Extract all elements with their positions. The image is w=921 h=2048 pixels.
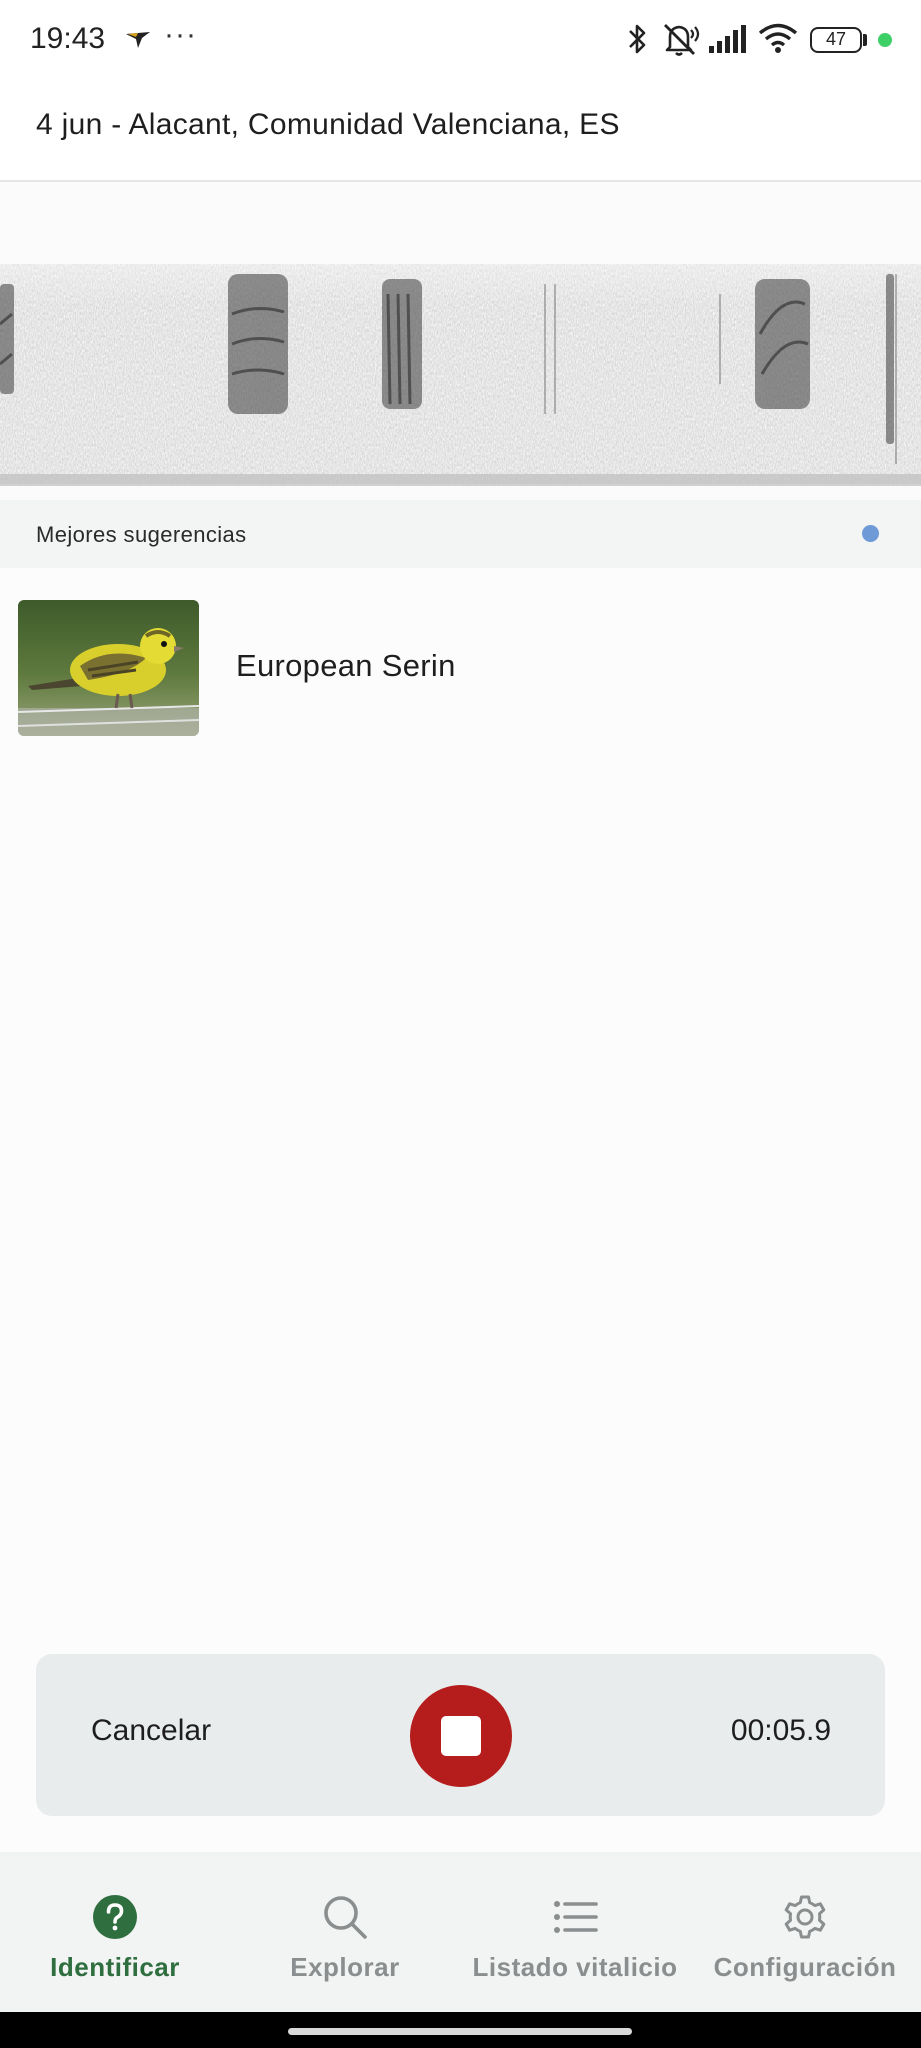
european-serin-photo xyxy=(18,600,199,736)
suggestions-header: Mejores sugerencias xyxy=(0,500,921,568)
battery-tip xyxy=(863,34,867,46)
bottom-navigation: Identificar Explorar Listado vitalicio C… xyxy=(0,1852,921,2012)
location-header: 4 jun - Alacant, Comunidad Valenciana, E… xyxy=(0,80,921,182)
spectrogram xyxy=(0,184,921,500)
list-icon xyxy=(554,1901,598,1933)
page-title: 4 jun - Alacant, Comunidad Valenciana, E… xyxy=(36,108,620,141)
bird-app-icon xyxy=(126,32,150,48)
nav-item-explorar[interactable]: Explorar xyxy=(230,1852,460,2012)
nav-label: Listado vitalicio xyxy=(472,1952,678,1982)
nav-label: Configuración xyxy=(713,1952,897,1982)
stop-recording-button[interactable] xyxy=(410,1685,512,1787)
stop-icon xyxy=(441,1716,481,1756)
nav-item-identificar[interactable]: Identificar xyxy=(0,1852,230,2012)
nav-item-listado-vitalicio[interactable]: Listado vitalicio xyxy=(460,1852,690,2012)
listening-indicator-dot xyxy=(862,525,879,542)
nav-label: Identificar xyxy=(50,1952,180,1982)
suggestion-item-european-serin[interactable]: European Serin xyxy=(0,588,921,748)
suggestion-name: European Serin xyxy=(236,648,456,683)
suggestions-label: Mejores sugerencias xyxy=(36,522,247,547)
help-circle-icon xyxy=(93,1895,137,1939)
wifi-icon xyxy=(758,23,798,53)
privacy-indicator-dot xyxy=(878,33,892,47)
nav-item-configuracion[interactable]: Configuración xyxy=(690,1852,920,2012)
status-time: 19:43 xyxy=(30,22,106,55)
signal-icon xyxy=(709,25,746,53)
more-icon: ··· xyxy=(164,18,197,51)
mute-icon xyxy=(664,24,700,56)
system-gesture-area xyxy=(0,2012,921,2048)
recording-panel: Cancelar 00:05.9 xyxy=(36,1654,885,1816)
nav-label: Explorar xyxy=(290,1952,400,1982)
home-gesture-handle[interactable] xyxy=(288,2028,632,2035)
gear-icon xyxy=(784,1895,826,1939)
status-bar: 19:43 ··· 47 xyxy=(0,0,921,80)
search-icon xyxy=(324,1896,367,1939)
cancel-button[interactable]: Cancelar xyxy=(91,1714,211,1748)
bluetooth-icon xyxy=(629,24,646,54)
recording-timer: 00:05.9 xyxy=(730,1714,831,1747)
battery-icon: 47 xyxy=(810,27,862,53)
